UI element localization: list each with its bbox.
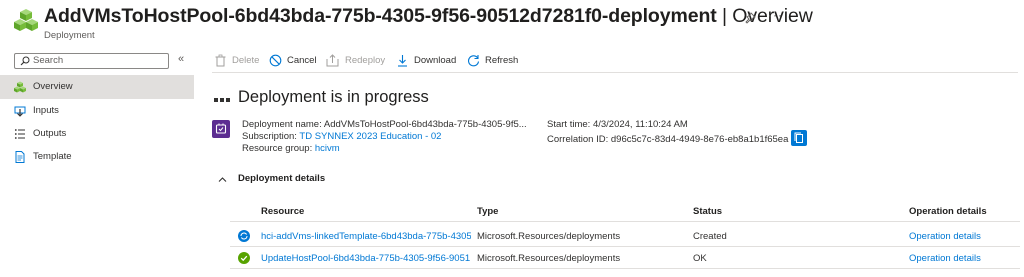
status-heading-text: Deployment is in progress xyxy=(238,88,429,106)
pin-icon[interactable] xyxy=(744,12,756,24)
deployment-details-label: Deployment details xyxy=(238,173,326,184)
sidebar-item-label: Template xyxy=(33,151,72,162)
sidebar-item-inputs[interactable]: Inputs xyxy=(0,99,194,123)
subscription-label: Subscription: xyxy=(242,131,297,142)
operation-details-link[interactable]: Operation details xyxy=(909,231,981,242)
deployment-cubes-icon xyxy=(14,9,38,31)
download-icon xyxy=(398,55,407,67)
toolbar-divider xyxy=(212,72,1018,73)
overview-cubes-icon xyxy=(14,81,26,93)
cancel-icon xyxy=(269,54,282,67)
search-icon xyxy=(20,56,30,66)
subscription-link[interactable]: TD SYNNEX 2023 Education - 02 xyxy=(299,131,441,142)
inputs-icon xyxy=(14,106,26,117)
download-button[interactable]: Download xyxy=(396,52,460,70)
delete-button[interactable]: Delete xyxy=(214,52,264,70)
download-label: Download xyxy=(414,55,457,66)
subscription-row: Subscription: TD SYNNEX 2023 Education -… xyxy=(242,131,441,142)
deployment-name-value: AddVMsToHostPool-6bd43bda-775b-4305-9f5.… xyxy=(323,119,527,130)
redeploy-icon xyxy=(326,54,339,67)
table-header-row: Resource Type Status Operation details xyxy=(230,200,1020,222)
page-title-resource: AddVMsToHostPool-6bd43bda-775b-4305-9f56… xyxy=(44,5,717,27)
search-input[interactable]: Search xyxy=(14,53,169,69)
resource-link[interactable]: hci-addVms-linkedTemplate-6bd43bda-775b-… xyxy=(261,231,471,242)
resource-type: Microsoft.Resources/deployments xyxy=(477,231,621,242)
more-icon[interactable]: ··· xyxy=(768,8,783,22)
start-time-label: Start time: xyxy=(547,119,591,130)
sidebar-item-overview[interactable]: Overview xyxy=(0,75,194,99)
resource-group-link[interactable]: hcivm xyxy=(315,143,340,154)
in-progress-icon xyxy=(238,230,250,242)
column-header-type: Type xyxy=(477,206,499,217)
sidebar-item-outputs[interactable]: Outputs xyxy=(0,122,194,146)
success-check-icon xyxy=(238,252,250,264)
correlation-id-row: Correlation ID: d96c5c7c-83d4-4949-8e76-… xyxy=(547,134,788,145)
column-header-operation-details: Operation details xyxy=(909,206,987,217)
resource-group-label: Resource group: xyxy=(242,143,313,154)
sidebar-item-label: Inputs xyxy=(33,105,59,116)
refresh-label: Refresh xyxy=(485,55,519,66)
sidebar: Search « Overview Inputs Outputs Templat… xyxy=(0,48,194,277)
trash-icon xyxy=(215,54,226,67)
operation-details-link[interactable]: Operation details xyxy=(909,253,981,264)
column-header-resource: Resource xyxy=(261,206,305,217)
cancel-button[interactable]: Cancel xyxy=(269,52,323,70)
refresh-icon xyxy=(468,55,480,67)
search-placeholder: Search xyxy=(33,55,64,66)
resource-status: Created xyxy=(693,231,727,242)
template-icon xyxy=(15,151,25,163)
deployment-name-label: Deployment name: xyxy=(242,119,322,130)
start-time-row: Start time: 4/3/2024, 11:10:24 AM xyxy=(547,119,688,130)
chevron-up-icon xyxy=(218,177,227,182)
resource-type: Microsoft.Resources/deployments xyxy=(477,253,621,264)
correlation-id-label: Correlation ID: xyxy=(547,134,609,145)
page-header: AddVMsToHostPool-6bd43bda-775b-4305-9f56… xyxy=(0,0,1024,48)
deployment-name-row: Deployment name: AddVMsToHostPool-6bd43b… xyxy=(242,119,527,130)
sidebar-item-label: Outputs xyxy=(33,128,67,139)
table-row: hci-addVms-linkedTemplate-6bd43bda-775b-… xyxy=(230,226,1020,247)
table-row: UpdateHostPool-6bd43bda-775b-4305-9f56-9… xyxy=(230,248,1020,269)
outputs-icon xyxy=(14,129,25,139)
collapse-sidebar-button[interactable]: « xyxy=(178,53,184,65)
resource-status: OK xyxy=(693,253,707,264)
copy-icon[interactable] xyxy=(791,130,807,146)
resource-group-row: Resource group: hcivm xyxy=(242,143,340,154)
sidebar-item-template[interactable]: Template xyxy=(0,145,194,169)
title-separator: | xyxy=(716,5,733,27)
correlation-id-value: d96c5c7c-83d4-4949-8e76-eb8a1b1f65ea xyxy=(610,134,789,145)
progress-dots-icon xyxy=(214,98,232,102)
delete-label: Delete xyxy=(232,55,260,66)
column-header-status: Status xyxy=(693,206,723,217)
sidebar-item-label: Overview xyxy=(33,81,73,92)
page-title: AddVMsToHostPool-6bd43bda-775b-4305-9f56… xyxy=(44,5,813,28)
page-subtitle: Deployment xyxy=(44,30,95,41)
cancel-label: Cancel xyxy=(287,55,317,66)
deployment-icon xyxy=(212,120,230,138)
start-time-value: 4/3/2024, 11:10:24 AM xyxy=(592,119,688,130)
refresh-button[interactable]: Refresh xyxy=(467,52,523,70)
redeploy-button[interactable]: Redeploy xyxy=(326,52,390,70)
redeploy-label: Redeploy xyxy=(345,55,386,66)
resource-link[interactable]: UpdateHostPool-6bd43bda-775b-4305-9f56-9… xyxy=(261,253,471,264)
